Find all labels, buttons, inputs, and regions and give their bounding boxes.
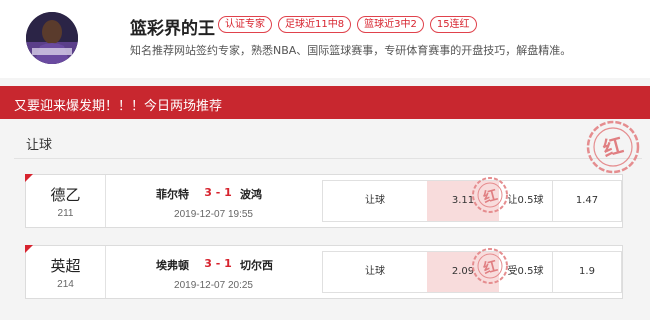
league-number: 211 xyxy=(57,208,74,219)
match-time: 2019-12-07 20:25 xyxy=(174,280,253,291)
league-cell: 德乙 211 xyxy=(26,175,106,227)
expert-description: 知名推荐网站签约专家，熟悉NBA、国际篮球赛事，专研体育赛事的开盘技巧，解盘精准… xyxy=(130,44,572,57)
away-team: 波鸿 xyxy=(240,188,262,201)
league-name: 德乙 xyxy=(50,186,81,204)
win-stamp-char: 红 xyxy=(481,257,499,277)
win-stamp-char: 红 xyxy=(600,133,626,161)
win-stamp-icon: 红 xyxy=(586,120,640,174)
teams-cell: 埃弗顿 3 - 1 切尔西 2019-12-07 20:25 xyxy=(106,246,321,298)
away-team: 切尔西 xyxy=(240,259,273,272)
badge-list: 认证专家 足球近11中8 篮球近3中2 15连红 xyxy=(218,16,477,33)
odds-type: 让球 xyxy=(365,195,385,206)
league-name: 英超 xyxy=(50,257,81,275)
home-team: 菲尔特 xyxy=(156,188,189,201)
win-stamp-icon: 红 xyxy=(472,177,508,213)
odds-value-other: 1.47 xyxy=(575,195,599,206)
win-stamp-char: 红 xyxy=(481,186,499,206)
badge-basketball-record: 篮球近3中2 xyxy=(357,16,424,33)
banner-text: 又要迎来爆发期！！！今日两场推荐 xyxy=(14,99,223,114)
match-row[interactable]: 德乙 211 菲尔特 3 - 1 波鸿 2019-12-07 19:55 让球 … xyxy=(25,174,623,228)
match-time: 2019-12-07 19:55 xyxy=(174,209,253,220)
expert-name: 篮彩界的王 xyxy=(130,19,215,39)
home-team: 埃弗顿 xyxy=(156,259,189,272)
avatar[interactable] xyxy=(26,12,78,64)
win-stamp-icon: 红 xyxy=(472,248,508,284)
match-score: 3 - 1 xyxy=(204,186,232,199)
teams-cell: 菲尔特 3 - 1 波鸿 2019-12-07 19:55 xyxy=(106,175,321,227)
section-divider xyxy=(14,158,642,159)
badge-win-streak: 15连红 xyxy=(429,16,477,33)
odds-value-other: 1.9 xyxy=(579,266,595,277)
badge-certified: 认证专家 xyxy=(218,16,272,33)
promo-banner: 又要迎来爆发期！！！今日两场推荐 xyxy=(0,86,650,119)
match-row[interactable]: 英超 214 埃弗顿 3 - 1 切尔西 2019-12-07 20:25 让球… xyxy=(25,245,623,299)
odds-table: 让球 2.09 受0.5球 1.9 红 xyxy=(322,248,622,293)
badge-football-record: 足球近11中8 xyxy=(278,16,352,33)
odds-type: 让球 xyxy=(365,266,385,277)
expert-profile: 篮彩界的王 认证专家 足球近11中8 篮球近3中2 15连红 知名推荐网站签约专… xyxy=(0,0,650,78)
league-number: 214 xyxy=(57,279,74,290)
match-score: 3 - 1 xyxy=(204,257,232,270)
section-title: 让球 xyxy=(26,138,53,153)
league-cell: 英超 214 xyxy=(26,246,106,298)
odds-table: 让球 3.11 让0.5球 1.47 红 xyxy=(322,177,622,222)
